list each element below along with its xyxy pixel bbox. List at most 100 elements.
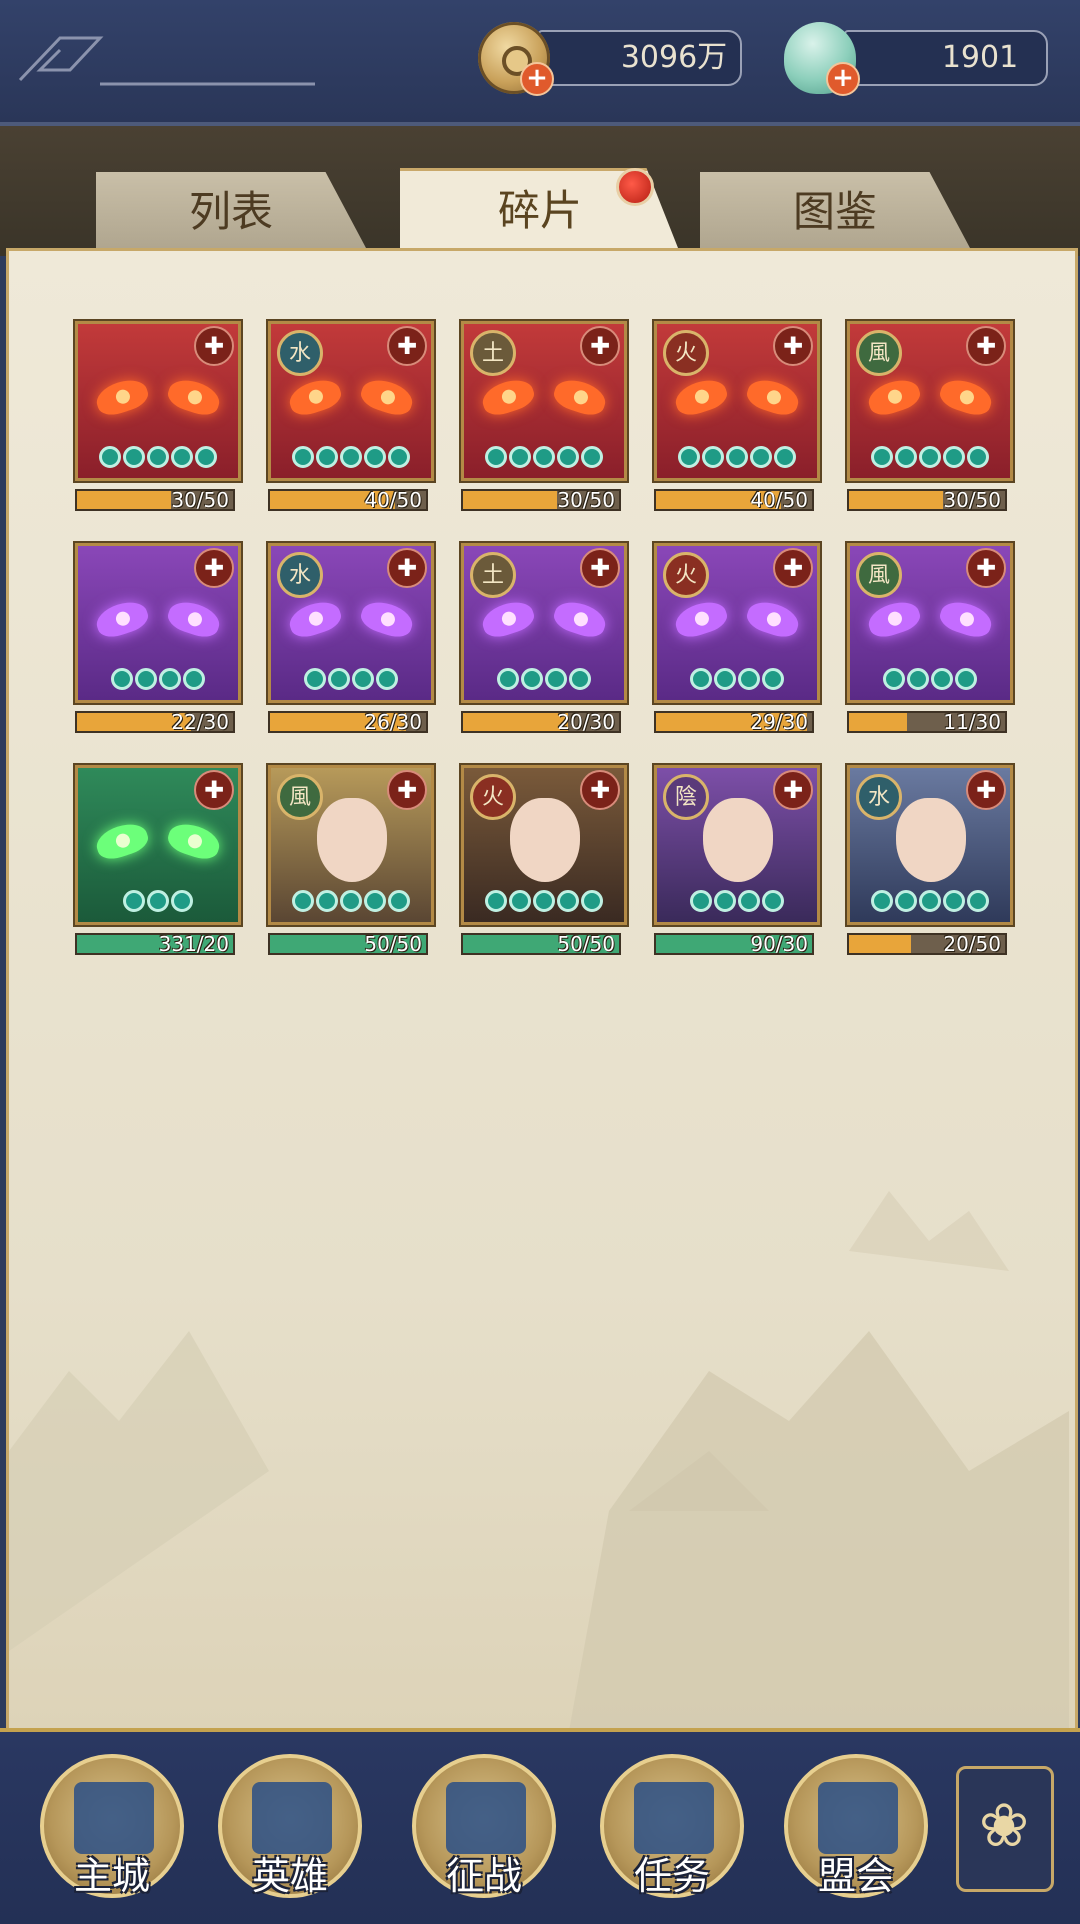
fragment-count: 40/50 [750, 488, 808, 512]
fragment-frame: 水 ✚ [268, 543, 434, 703]
mask-pupil [379, 610, 397, 629]
fragment-card[interactable]: ✚ 331/20 [75, 765, 241, 955]
jade-star-icon [328, 668, 350, 690]
tab-collection[interactable]: 图鉴 [700, 172, 970, 248]
jade-star-icon [111, 668, 133, 690]
progress-fill [77, 491, 171, 509]
element-badge-icon: 風 [277, 774, 323, 820]
fragment-frame: 土 ✚ [461, 321, 627, 481]
jade-star-icon [521, 668, 543, 690]
puzzle-piece-icon: ✚ [580, 326, 620, 366]
jade-star-icon [557, 890, 579, 912]
jade-star-icon [147, 890, 169, 912]
nav-label: 英雄 [251, 1854, 328, 1898]
jade-star-icon [762, 890, 784, 912]
mask-eye [92, 818, 152, 864]
jade-star-icon [931, 668, 953, 690]
element-badge-icon: 火 [470, 774, 516, 820]
nav-button-2[interactable]: 征战 [412, 1754, 556, 1898]
tab-list[interactable]: 列表 [96, 172, 366, 248]
mask-eye [285, 596, 345, 642]
progress-fill [849, 935, 912, 953]
element-badge-icon: 水 [277, 552, 323, 598]
jade-star-icon [871, 446, 893, 468]
jade-star-icon [195, 446, 217, 468]
nav-button-0[interactable]: 主城 [40, 1754, 184, 1898]
mask-pupil [307, 609, 325, 628]
jade-star-icon [183, 668, 205, 690]
gem-counter[interactable]: 1901 + [784, 22, 1054, 96]
fragment-card[interactable]: 陰 ✚ 90/30 [654, 765, 820, 955]
mask-eye [550, 374, 610, 420]
add-coins-icon[interactable]: + [520, 62, 554, 96]
fragment-card[interactable]: 風 ✚ 30/50 [847, 321, 1013, 511]
mask-eye [164, 818, 224, 864]
jade-star-icon [316, 890, 338, 912]
coin-counter[interactable]: 3096万 + [478, 22, 748, 96]
mask-pupil [500, 387, 518, 406]
star-rating [271, 668, 431, 694]
jade-star-icon [388, 446, 410, 468]
fragment-progress-bar: 30/50 [461, 489, 621, 511]
progress-fill [463, 713, 568, 731]
star-rating [271, 890, 431, 916]
jade-star-icon [497, 668, 519, 690]
clover-menu-icon: ❀ [978, 1791, 1030, 1861]
fragment-progress-bar: 331/20 [75, 933, 235, 955]
puzzle-piece-icon: ✚ [387, 770, 427, 810]
nav-button-3[interactable]: 任务 [600, 1754, 744, 1898]
element-badge-icon: 風 [856, 330, 902, 376]
jade-star-icon [871, 890, 893, 912]
fragment-card[interactable]: 火 ✚ 40/50 [654, 321, 820, 511]
mask-pupil [693, 609, 711, 628]
fragment-progress-bar: 20/30 [461, 711, 621, 733]
puzzle-piece-icon: ✚ [773, 548, 813, 588]
star-rating [78, 890, 238, 916]
menu-button[interactable]: ❀ [956, 1766, 1054, 1892]
jade-star-icon [292, 890, 314, 912]
mask-pupil [886, 387, 904, 406]
mask-pupil [114, 831, 132, 850]
jade-star-icon [509, 446, 531, 468]
jade-star-icon [147, 446, 169, 468]
nav-button-1[interactable]: 英雄 [218, 1754, 362, 1898]
nav-label: 任务 [633, 1854, 710, 1898]
jade-star-icon [581, 446, 603, 468]
fragment-card[interactable]: 水 ✚ 20/50 [847, 765, 1013, 955]
fragment-card[interactable]: 土 ✚ 30/50 [461, 321, 627, 511]
element-badge-icon: 土 [470, 330, 516, 376]
element-badge-icon: 火 [663, 330, 709, 376]
add-gems-icon[interactable]: + [826, 62, 860, 96]
fragment-card[interactable]: 水 ✚ 26/30 [268, 543, 434, 733]
fragment-card[interactable]: ✚ 22/30 [75, 543, 241, 733]
star-rating [850, 668, 1010, 694]
fragment-frame: ✚ [75, 543, 241, 703]
jade-star-icon [99, 446, 121, 468]
fragment-card[interactable]: 土 ✚ 20/30 [461, 543, 627, 733]
star-rating [464, 446, 624, 472]
nav-button-4[interactable]: 盟会 [784, 1754, 928, 1898]
fragment-count: 11/30 [943, 710, 1001, 734]
jade-star-icon [955, 668, 977, 690]
jade-star-icon [533, 446, 555, 468]
fragment-frame: 風 ✚ [268, 765, 434, 925]
mask-pupil [114, 609, 132, 628]
jade-star-icon [919, 890, 941, 912]
coin-pill: 3096万 [538, 30, 742, 86]
jade-star-icon [895, 890, 917, 912]
fragment-card[interactable]: 火 ✚ 50/50 [461, 765, 627, 955]
fragment-progress-bar: 40/50 [654, 489, 814, 511]
jade-star-icon [714, 668, 736, 690]
star-rating [850, 446, 1010, 472]
fragment-card[interactable]: 水 ✚ 40/50 [268, 321, 434, 511]
jade-star-icon [340, 890, 362, 912]
jade-star-icon [123, 890, 145, 912]
fragment-card[interactable]: 風 ✚ 11/30 [847, 543, 1013, 734]
coin-value: 3096万 [620, 40, 728, 75]
fragment-card[interactable]: ✚ 30/50 [75, 321, 241, 511]
fragment-progress-bar: 30/50 [847, 489, 1007, 511]
fragment-progress-bar: 26/30 [268, 711, 428, 733]
puzzle-piece-icon: ✚ [580, 770, 620, 810]
fragment-card[interactable]: 火 ✚ 29/30 [654, 543, 820, 733]
fragment-card[interactable]: 風 ✚ 50/50 [268, 765, 434, 955]
